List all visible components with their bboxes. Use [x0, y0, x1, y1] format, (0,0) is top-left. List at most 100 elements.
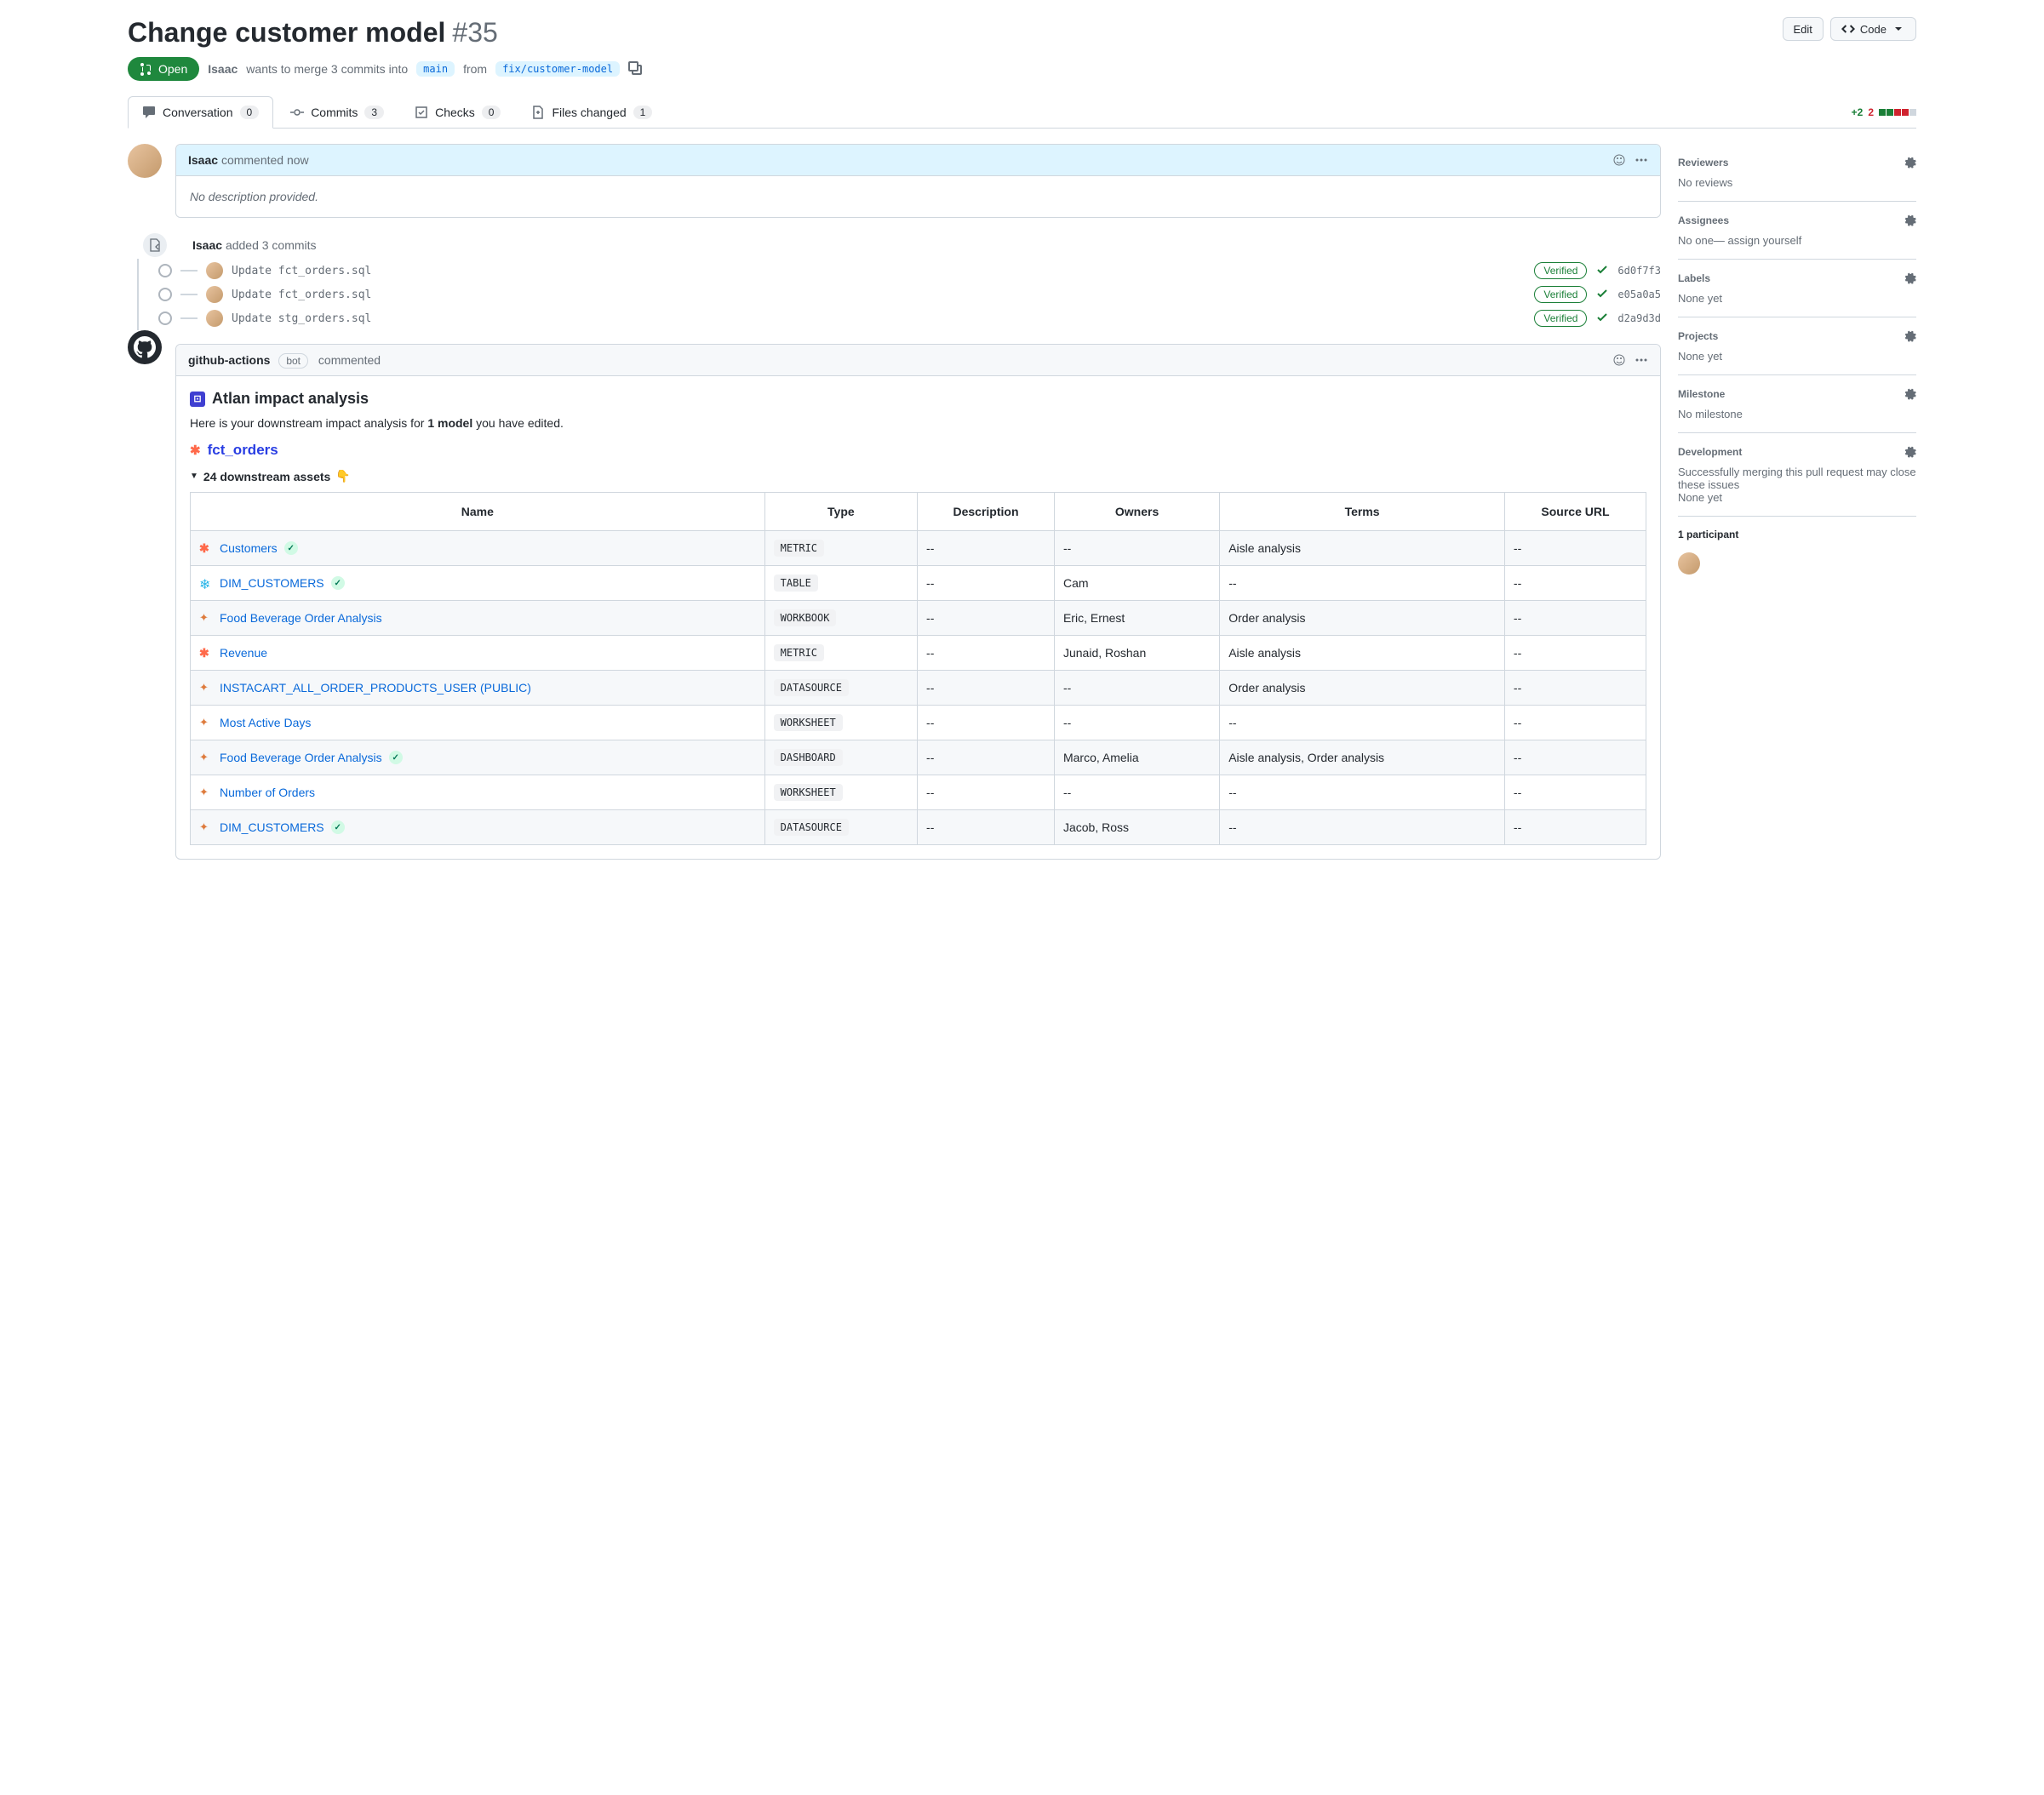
assign-yourself-link[interactable]: assign yourself [1725, 234, 1801, 247]
commit-dot-icon [158, 312, 172, 325]
impact-description: Here is your downstream impact analysis … [190, 416, 1646, 430]
gear-icon[interactable] [1903, 156, 1916, 169]
verified-badge[interactable]: Verified [1534, 286, 1587, 303]
asset-link[interactable]: Customers [220, 541, 278, 555]
participant-avatar[interactable] [1678, 552, 1700, 575]
pr-state-badge: Open [128, 57, 199, 81]
table-header: Owners [1054, 493, 1219, 531]
edit-button[interactable]: Edit [1783, 17, 1824, 41]
tableau-icon: ✦ [199, 611, 213, 625]
gear-icon[interactable] [1903, 445, 1916, 459]
table-header: Description [918, 493, 1055, 531]
verified-badge[interactable]: Verified [1534, 310, 1587, 327]
comment-author[interactable]: Isaac [188, 153, 218, 167]
merge-desc: wants to merge 3 commits into [246, 62, 408, 76]
emoji-icon[interactable] [1612, 353, 1626, 367]
type-chip: METRIC [774, 540, 824, 557]
tableau-icon: ✦ [199, 716, 213, 729]
desc-cell: -- [918, 531, 1055, 566]
pr-tabs: Conversation 0 Commits 3 Checks 0 Files … [128, 96, 1916, 129]
commit-author-avatar[interactable] [206, 286, 223, 303]
gear-icon[interactable] [1903, 214, 1916, 227]
table-header: Name [191, 493, 765, 531]
pr-author[interactable]: Isaac [208, 62, 238, 76]
asset-link[interactable]: Number of Orders [220, 786, 315, 799]
type-chip: WORKSHEET [774, 784, 843, 801]
owners-cell: -- [1054, 775, 1219, 810]
tab-conversation[interactable]: Conversation 0 [128, 96, 273, 129]
tab-commits[interactable]: Commits 3 [277, 97, 398, 128]
emoji-icon[interactable] [1612, 153, 1626, 167]
table-header: Type [764, 493, 917, 531]
kebab-icon[interactable] [1635, 153, 1648, 167]
tab-checks[interactable]: Checks 0 [401, 97, 514, 128]
commit-sha[interactable]: e05a0a5 [1617, 289, 1661, 300]
table-row: ✦Number of Orders WORKSHEET -- -- -- -- [191, 775, 1646, 810]
terms-cell: -- [1220, 566, 1505, 601]
tableau-icon: ✦ [199, 681, 213, 695]
asset-link[interactable]: Food Beverage Order Analysis [220, 611, 382, 625]
verified-check-icon: ✓ [284, 541, 298, 555]
terms-cell: -- [1220, 775, 1505, 810]
owners-cell: Cam [1054, 566, 1219, 601]
pr-icon [140, 62, 153, 76]
atlan-icon: ⊡ [190, 392, 205, 407]
kebab-icon[interactable] [1635, 353, 1648, 367]
commit-author-avatar[interactable] [206, 262, 223, 279]
commit-message[interactable]: Update fct_orders.sql [232, 265, 1526, 277]
url-cell: -- [1504, 740, 1646, 775]
gear-icon[interactable] [1903, 272, 1916, 285]
code-button[interactable]: Code [1830, 17, 1916, 41]
asset-link[interactable]: Food Beverage Order Analysis [220, 751, 382, 764]
no-description: No description provided. [190, 190, 318, 203]
model-name-link[interactable]: fct_orders [208, 442, 278, 459]
verified-check-icon: ✓ [331, 576, 345, 590]
metric-icon: ✱ [199, 541, 213, 555]
code-icon [1841, 22, 1855, 36]
commit-message[interactable]: Update stg_orders.sql [232, 312, 1526, 325]
gear-icon[interactable] [1903, 329, 1916, 343]
check-icon [1595, 311, 1609, 327]
gear-icon[interactable] [1903, 387, 1916, 401]
desc-cell: -- [918, 671, 1055, 706]
bot-author[interactable]: github-actions [188, 353, 270, 367]
asset-link[interactable]: DIM_CUSTOMERS [220, 820, 324, 834]
type-chip: TABLE [774, 575, 818, 592]
commit-row: Update fct_orders.sql Verified 6d0f7f3 [141, 259, 1661, 283]
commits-icon [290, 106, 304, 119]
impact-title: Atlan impact analysis [212, 390, 369, 408]
pr-title: Change customer model #35 [128, 17, 498, 49]
source-branch[interactable]: fix/customer-model [495, 61, 620, 77]
owners-cell: -- [1054, 706, 1219, 740]
asset-link[interactable]: INSTACART_ALL_ORDER_PRODUCTS_USER (PUBLI… [220, 681, 531, 695]
labels-value: None yet [1678, 292, 1916, 305]
commit-sha[interactable]: d2a9d3d [1617, 312, 1661, 324]
impact-table: NameTypeDescriptionOwnersTermsSource URL… [190, 492, 1646, 845]
tab-files-changed[interactable]: Files changed 1 [518, 97, 666, 128]
type-chip: DASHBOARD [774, 749, 843, 766]
asset-link[interactable]: Revenue [220, 646, 267, 660]
terms-cell: -- [1220, 810, 1505, 845]
table-header: Terms [1220, 493, 1505, 531]
copy-branch-icon[interactable] [628, 61, 642, 77]
bot-avatar[interactable] [128, 330, 162, 364]
target-branch[interactable]: main [416, 61, 455, 77]
commits-event-author[interactable]: Isaac [192, 238, 222, 252]
asset-link[interactable]: Most Active Days [220, 716, 311, 729]
verified-badge[interactable]: Verified [1534, 262, 1587, 279]
author-avatar[interactable] [128, 144, 162, 178]
owners-cell: -- [1054, 531, 1219, 566]
desc-cell: -- [918, 636, 1055, 671]
terms-cell: Aisle analysis [1220, 531, 1505, 566]
desc-cell: -- [918, 601, 1055, 636]
commit-sha[interactable]: 6d0f7f3 [1617, 265, 1661, 277]
table-row: ✦Food Beverage Order Analysis✓ DASHBOARD… [191, 740, 1646, 775]
table-row: ✦ INSTACART_ALL_ORDER_PRODUCTS_USER (PUBL… [191, 671, 1646, 706]
type-chip: DATASOURCE [774, 679, 849, 696]
downstream-toggle[interactable]: ▼ 24 downstream assets 👇 [190, 469, 1646, 483]
url-cell: -- [1504, 636, 1646, 671]
commit-author-avatar[interactable] [206, 310, 223, 327]
asset-link[interactable]: DIM_CUSTOMERS [220, 576, 324, 590]
commit-message[interactable]: Update fct_orders.sql [232, 289, 1526, 301]
type-chip: METRIC [774, 644, 824, 661]
